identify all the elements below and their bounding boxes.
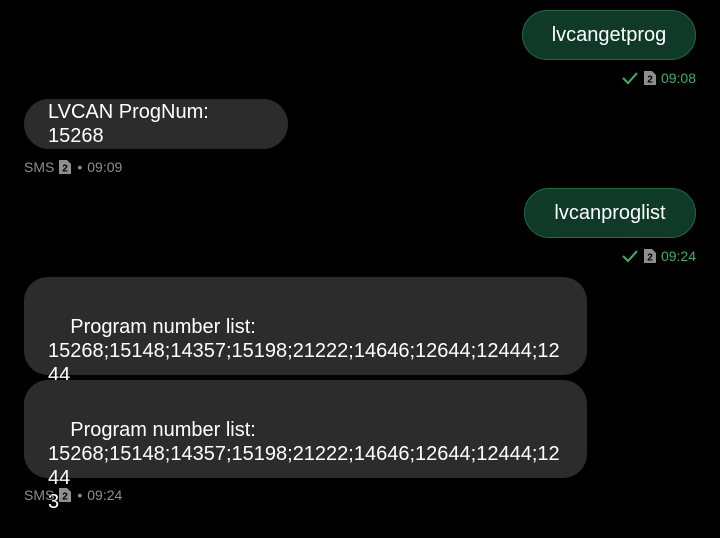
separator-dot: • (77, 159, 83, 175)
message-time: 09:09 (87, 159, 123, 175)
check-icon (622, 72, 638, 85)
sim-2-icon: 2 (59, 160, 72, 175)
message-channel: SMS (24, 487, 55, 503)
incoming-message-bubble[interactable]: Program number list: 15268;15148;14357;1… (24, 277, 587, 410)
message-channel: SMS (24, 159, 55, 175)
incoming-message-bubble[interactable]: Program number list: 15268;15148;14357;1… (24, 380, 587, 513)
separator-dot: • (77, 487, 83, 503)
svg-text:2: 2 (63, 492, 69, 503)
message-time: 09:24 (87, 487, 123, 503)
svg-text:2: 2 (63, 164, 69, 175)
message-thread[interactable]: lvcangetprog 2 09:08 LVCAN ProgNum: 1526… (0, 0, 720, 513)
message-text: Program number list: 15268;15148;14357;1… (48, 419, 560, 513)
message-text: lvcanproglist (554, 202, 666, 224)
sim-2-icon: 2 (643, 249, 656, 264)
message-time: 09:08 (660, 70, 696, 86)
message-info: SMS 2 • 09:24 (24, 486, 122, 504)
outgoing-message-bubble[interactable]: lvcanproglist (524, 188, 696, 238)
message-info: SMS 2 • 09:09 (24, 158, 122, 176)
sim-2-icon: 2 (643, 71, 656, 86)
message-time: 09:24 (660, 248, 696, 264)
svg-text:2: 2 (647, 253, 653, 264)
message-text: LVCAN ProgNum: 15268 (48, 101, 209, 147)
message-status: 2 09:24 (621, 247, 696, 265)
incoming-message-bubble[interactable]: LVCAN ProgNum: 15268 (24, 99, 288, 149)
sim-2-icon: 2 (59, 488, 72, 503)
message-status: 2 09:08 (621, 69, 696, 87)
svg-text:2: 2 (647, 75, 653, 86)
check-icon (622, 250, 638, 263)
outgoing-message-bubble[interactable]: lvcangetprog (522, 10, 696, 60)
message-text: lvcangetprog (551, 24, 667, 46)
